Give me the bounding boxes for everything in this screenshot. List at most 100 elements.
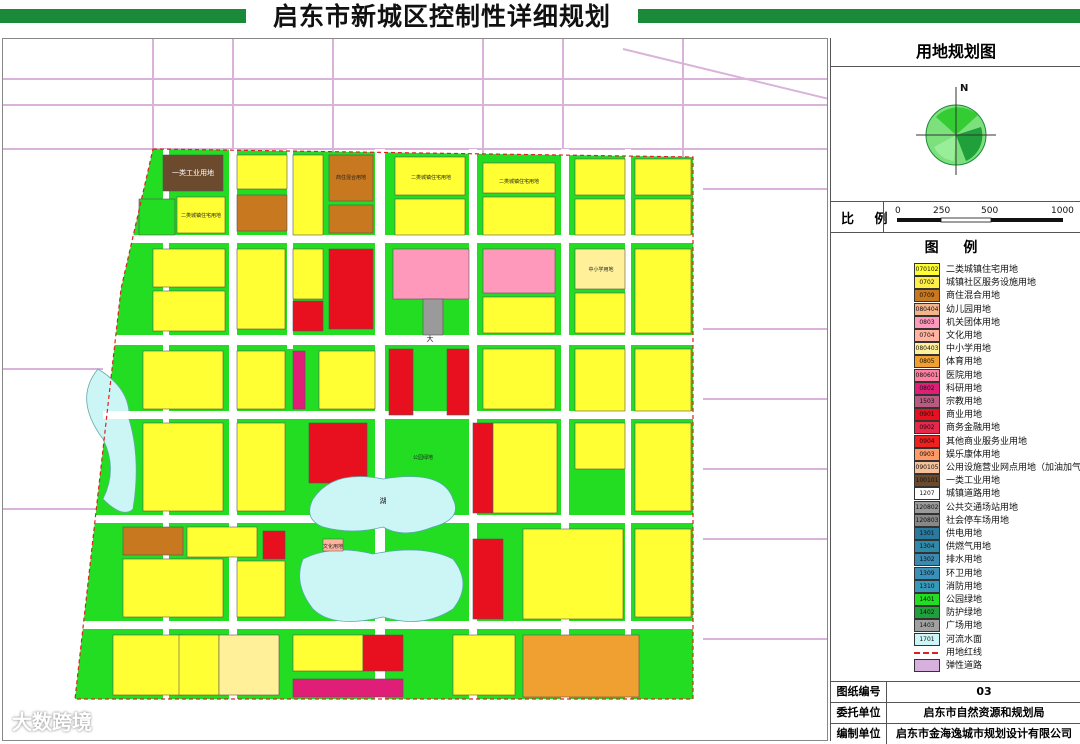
label-residential-2: 二类城镇住宅用地 xyxy=(411,174,451,181)
label-residential-3: 二类城镇住宅用地 xyxy=(499,178,539,185)
label-school: 中小学用地 xyxy=(588,266,613,273)
legend-swatch: 080404 xyxy=(914,302,940,316)
page-title: 启东市新城区控制性详细规划 xyxy=(272,2,611,31)
label-commercial: 商住混合用地 xyxy=(336,174,366,181)
info-key: 委托单位 xyxy=(831,703,887,723)
scale-section: 比 例 0 250 500 1000 xyxy=(831,202,1080,233)
panel-title: 用地规划图 xyxy=(831,38,1080,67)
legend-label: 机关团体用地 xyxy=(946,317,1001,328)
legend-swatch: 1301 xyxy=(914,527,940,540)
legend-label: 供燃气用地 xyxy=(946,542,992,553)
legend-swatch: 080601 xyxy=(914,368,940,382)
legend-swatch: 090105 xyxy=(914,461,940,474)
legend-swatch: 0704 xyxy=(914,329,940,342)
legend-label: 商务金融用地 xyxy=(946,423,1001,434)
legend-label: 商业用地 xyxy=(946,410,983,421)
header-green-bar-left xyxy=(0,9,246,23)
lake-south xyxy=(299,549,464,622)
label-lake: 湖 xyxy=(380,496,387,505)
legend-label: 防护绿地 xyxy=(946,608,983,619)
legend-swatch: 080403 xyxy=(914,342,940,356)
legend-label: 一类工业用地 xyxy=(946,476,1001,487)
north-label: N xyxy=(960,83,968,94)
legend-label: 二类城镇住宅用地 xyxy=(946,265,1019,275)
legend-swatch: 1304 xyxy=(914,540,940,554)
scale-tick: 1000 xyxy=(1051,206,1074,216)
scale-tick: 500 xyxy=(981,206,998,216)
legend-swatch: 1207 xyxy=(914,487,940,501)
legend-swatch: 1401 xyxy=(914,593,940,606)
legend-label: 体育用地 xyxy=(946,357,983,368)
legend-swatch: 0902 xyxy=(914,421,940,435)
legend-label: 城镇社区服务设施用地 xyxy=(946,278,1037,289)
info-row-client: 委托单位 启东市自然资源和规划局 xyxy=(831,702,1080,723)
legend-swatch: 0901 xyxy=(914,408,940,422)
legend-label: 公共交通场站用地 xyxy=(946,502,1019,513)
legend-label: 社会停车场用地 xyxy=(946,515,1010,526)
legend-label: 供电用地 xyxy=(946,529,983,539)
scale-label: 比 例 xyxy=(841,212,896,227)
legend-swatch: 1402 xyxy=(914,606,940,620)
info-key: 编制单位 xyxy=(831,724,887,744)
legend-swatch: 100101 xyxy=(914,474,940,488)
legend-label: 宗教用地 xyxy=(946,397,983,407)
legend-label: 商住混合用地 xyxy=(946,291,1001,302)
label-industrial: 一类工业用地 xyxy=(172,168,214,177)
legend-label: 消防用地 xyxy=(946,581,983,592)
legend-label: 幼儿园用地 xyxy=(946,304,992,315)
legend-swatch: 120803 xyxy=(914,513,940,527)
legend-swatch: 0709 xyxy=(914,289,940,303)
legend-swatch: 0903 xyxy=(914,447,940,461)
info-value: 03 xyxy=(976,685,992,698)
scale-tick: 0 xyxy=(895,206,901,216)
legend-label: 广场用地 xyxy=(946,621,983,632)
legend-swatch: 120802 xyxy=(914,500,940,514)
legend-swatch: 1302 xyxy=(914,553,940,567)
compass-area: N xyxy=(831,67,1080,202)
legend-swatch: 070102 xyxy=(914,263,940,276)
info-value: 启东市自然资源和规划局 xyxy=(923,706,1045,719)
legend-swatch xyxy=(914,645,938,654)
legend-swatch: 1503 xyxy=(914,395,940,408)
legend-label: 文化用地 xyxy=(946,331,983,341)
header-bar: 启东市新城区控制性详细规划 xyxy=(0,0,1080,38)
scale-tick: 250 xyxy=(933,206,950,216)
legend-label: 中小学用地 xyxy=(946,344,992,355)
legend-label: 公园绿地 xyxy=(946,595,983,605)
legend-swatch: 1403 xyxy=(914,619,940,633)
legend-label: 弹性道路 xyxy=(946,661,983,671)
header-green-bar-right xyxy=(638,9,1080,23)
label-park: 公园绿地 xyxy=(413,454,433,461)
legend-swatch: 0803 xyxy=(914,315,940,329)
legend-swatch: 1701 xyxy=(914,632,940,646)
legend-swatch: 1310 xyxy=(914,579,940,593)
legend-label: 其他商业服务业用地 xyxy=(946,436,1028,447)
legend-label: 公用设施营业网点用地（加油加气站用地） xyxy=(946,463,1080,473)
legend-label: 科研用地 xyxy=(946,383,983,394)
legend-label: 环卫用地 xyxy=(946,568,983,579)
map-canvas: 一类工业用地 二类城镇住宅用地 二类城镇住宅用地 二类城镇住宅用地 中小学用地 … xyxy=(3,39,827,700)
legend-label: 娱乐康体用地 xyxy=(946,449,1001,460)
legend-label: 城镇道路用地 xyxy=(946,489,1001,500)
label-road-da: 大 xyxy=(427,334,434,343)
legend-label: 用地红线 xyxy=(946,647,983,658)
legend-swatch: 0904 xyxy=(914,434,940,448)
legend-swatch: 1309 xyxy=(914,566,940,580)
legend-swatch: 0702 xyxy=(914,276,940,290)
legend-swatch: 0802 xyxy=(914,381,940,395)
north-arrow-icon: N xyxy=(916,83,996,175)
legend-swatch xyxy=(914,659,940,672)
legend-panel: 用地规划图 N 比 例 0 250 500 1000 图 例 070102 二类… xyxy=(830,38,1080,744)
legend-label: 河流水面 xyxy=(946,634,983,645)
info-row-drawing-number: 图纸编号 03 xyxy=(831,681,1080,702)
label-culture: 文化用地 xyxy=(323,543,343,550)
legend: 图 例 070102 二类城镇住宅用地 0702 城镇社区服务设施用地 0709 商住混合… xyxy=(831,233,1080,681)
legend-swatch: 0805 xyxy=(914,355,940,369)
info-value: 启东市金海逸城市规划设计有限公司 xyxy=(896,727,1072,740)
legend-title: 图 例 xyxy=(924,240,988,256)
label-residential-1: 二类城镇住宅用地 xyxy=(181,212,221,219)
scale-bar: 0 250 500 1000 xyxy=(895,206,1074,223)
watermark: 大数跨境 xyxy=(12,710,92,734)
legend-label: 医院用地 xyxy=(946,370,983,381)
land-use-map[interactable]: 一类工业用地 二类城镇住宅用地 二类城镇住宅用地 二类城镇住宅用地 中小学用地 … xyxy=(2,38,828,741)
